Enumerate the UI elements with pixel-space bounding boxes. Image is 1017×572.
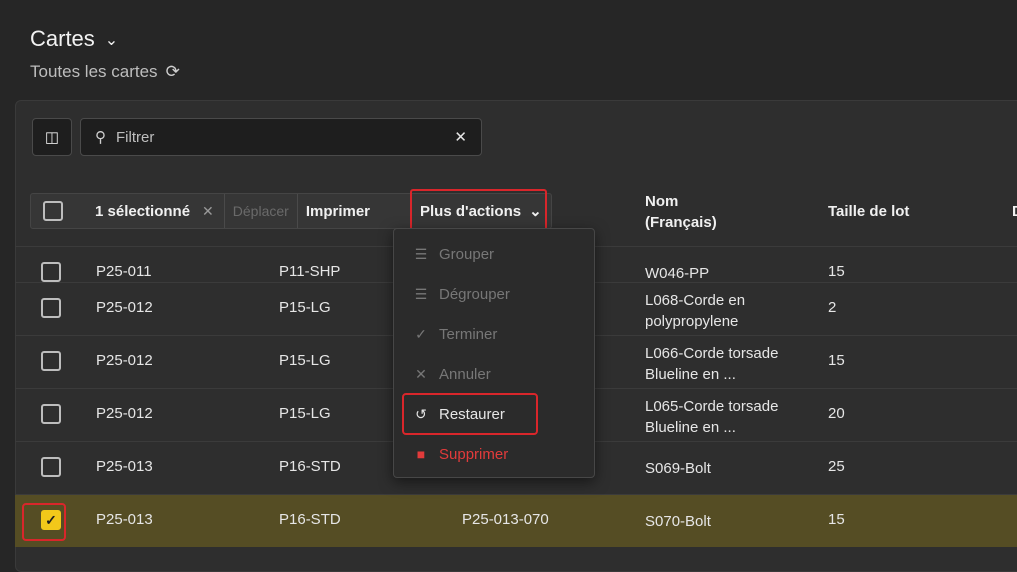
cell-name-line1: L068-Corde en xyxy=(645,292,746,309)
cell-name: L068-Corde en polypropylene xyxy=(645,290,745,332)
menu-item-label: Dégrouper xyxy=(439,285,510,303)
cell-name: L065-Corde torsade Blueline en ... xyxy=(645,396,778,438)
menu-item-restore[interactable]: ↺ Restaurer xyxy=(394,394,594,434)
table-row-selected[interactable]: ✓ P25-013 P16-STD P25-013-070 S070-Bolt … xyxy=(15,494,1017,547)
cell-name: W046-PP xyxy=(645,263,709,284)
cell-col2: P15-LG xyxy=(279,299,331,316)
bulk-actions-toolbar: 1 sélectionné ✕ Déplacer Imprimer Plus d… xyxy=(30,189,552,233)
checkmark-icon: ✓ xyxy=(45,511,57,528)
chevron-down-icon: ⌄ xyxy=(104,32,119,49)
more-actions-menu: ☰ Grouper ☰ Dégrouper ✓ Terminer ✕ Annul… xyxy=(393,228,595,478)
menu-item-label: Restaurer xyxy=(439,405,505,423)
menu-item-label: Annuler xyxy=(439,365,491,383)
selected-count: 1 sélectionné xyxy=(95,202,191,220)
menu-item-label: Grouper xyxy=(439,245,495,263)
undo-icon: ↺ xyxy=(415,405,427,422)
layers-icon: ☰ xyxy=(414,245,428,262)
cell-col2: P15-LG xyxy=(279,405,331,422)
move-button[interactable]: Déplacer xyxy=(225,203,297,219)
cell-name-line1: S069-Bolt xyxy=(645,460,711,477)
x-icon: ✕ xyxy=(415,365,427,382)
cell-col2: P16-STD xyxy=(279,511,341,528)
row-checkbox-checked[interactable]: ✓ xyxy=(41,510,61,530)
page-subtitle: Toutes les cartes xyxy=(30,62,158,81)
menu-item-cancel[interactable]: ✕ Annuler xyxy=(394,354,594,394)
row-checkbox[interactable] xyxy=(41,298,61,318)
cell-lot-size: 15 xyxy=(828,511,845,528)
cell-lot-size: 2 xyxy=(828,299,837,316)
column-header-next[interactable]: D xyxy=(1012,203,1017,220)
cell-name-line1: L065-Corde torsade xyxy=(645,398,779,415)
cell-col1: P25-012 xyxy=(96,352,153,369)
ungroup-icon: ☰ xyxy=(414,285,428,302)
column-header-name-line2: (Français) xyxy=(645,214,717,231)
cell-col1: P25-012 xyxy=(96,299,153,316)
columns-icon: ◫ xyxy=(44,129,60,146)
check-icon: ✓ xyxy=(415,325,427,342)
cell-col1: P25-011 xyxy=(96,263,152,280)
menu-item-group[interactable]: ☰ Grouper xyxy=(394,234,594,274)
menu-item-finish[interactable]: ✓ Terminer xyxy=(394,314,594,354)
cell-name: L066-Corde torsade Blueline en ... xyxy=(645,343,778,385)
cell-name: S069-Bolt xyxy=(645,458,711,479)
clear-selection-icon[interactable]: ✕ xyxy=(202,203,214,220)
trash-icon: ■ xyxy=(416,446,426,462)
filter-box: ⚲ ✕ xyxy=(80,118,482,156)
cell-col2: P15-LG xyxy=(279,352,331,369)
page-title-dropdown[interactable]: Cartes ⌄ xyxy=(30,26,180,52)
row-checkbox[interactable] xyxy=(41,351,61,371)
menu-item-label: Terminer xyxy=(439,325,498,343)
cell-name-line1: W046-PP xyxy=(645,265,710,282)
page-header: Cartes ⌄ Toutes les cartes ⟳ xyxy=(30,26,180,82)
cell-name-line1: S070-Bolt xyxy=(645,513,711,530)
page-title: Cartes xyxy=(30,26,95,51)
cell-col1: P25-013 xyxy=(96,458,153,475)
cell-name-line2: Blueline en ... xyxy=(645,419,736,436)
columns-toggle-button[interactable]: ◫ xyxy=(32,118,72,156)
cell-col1: P25-013 xyxy=(96,511,153,528)
filter-input[interactable] xyxy=(114,127,455,147)
search-icon: ⚲ xyxy=(95,129,106,146)
cell-name-line2: polypropylene xyxy=(645,313,739,330)
select-all-checkbox[interactable] xyxy=(43,201,63,221)
row-checkbox[interactable] xyxy=(41,262,61,282)
close-icon[interactable]: ✕ xyxy=(454,128,467,146)
cell-col1: P25-012 xyxy=(96,405,153,422)
cell-name: S070-Bolt xyxy=(645,511,711,532)
cell-col2: P11-SHP xyxy=(279,263,341,280)
cell-name-line2: Blueline en ... xyxy=(645,366,736,383)
print-button[interactable]: Imprimer xyxy=(298,203,378,220)
menu-item-delete[interactable]: ■ Supprimer xyxy=(394,434,594,474)
cell-lot-size: 20 xyxy=(828,405,845,422)
cell-col2: P16-STD xyxy=(279,458,341,475)
column-header-name[interactable]: Nom (Français) xyxy=(645,191,717,233)
more-actions-button[interactable]: Plus d'actions ⌄ xyxy=(410,189,547,233)
chevron-down-icon: ⌄ xyxy=(529,203,542,220)
column-header-name-line1: Nom xyxy=(645,193,679,210)
column-header-lot-size[interactable]: Taille de lot xyxy=(828,203,909,220)
more-actions-label: Plus d'actions xyxy=(420,202,522,220)
cell-lot-size: 15 xyxy=(828,352,845,369)
cell-lot-size: 15 xyxy=(828,263,845,280)
cell-lot-size: 25 xyxy=(828,458,845,475)
refresh-icon[interactable]: ⟳ xyxy=(166,62,180,82)
menu-item-label: Supprimer xyxy=(439,445,509,463)
menu-item-ungroup[interactable]: ☰ Dégrouper xyxy=(394,274,594,314)
cell-col3: P25-013-070 xyxy=(462,511,549,528)
row-checkbox[interactable] xyxy=(41,404,61,424)
row-checkbox[interactable] xyxy=(41,457,61,477)
cell-name-line1: L066-Corde torsade xyxy=(645,345,779,362)
